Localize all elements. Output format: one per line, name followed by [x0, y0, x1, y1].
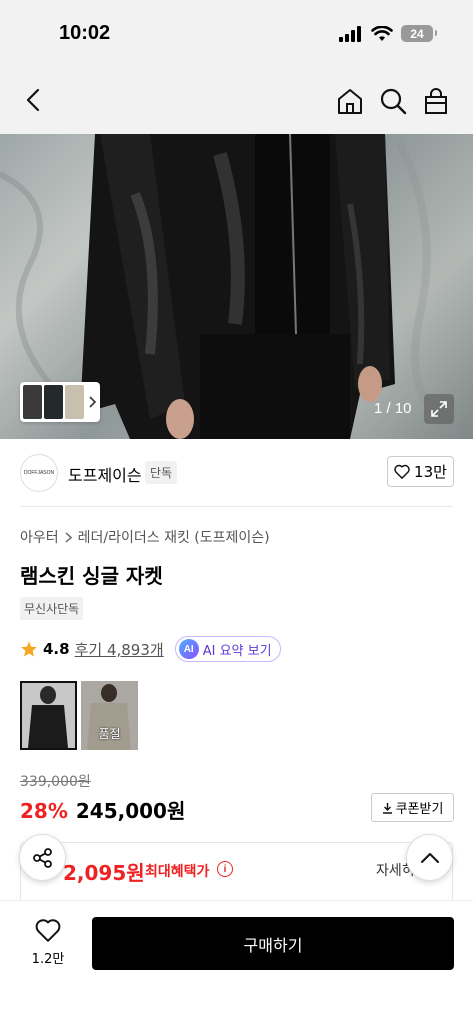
breadcrumb: 아우터 레더/라이더스 재킷 (도프제이슨) — [20, 527, 270, 547]
product-tag: 무신사단독 — [20, 597, 84, 620]
brand-logo[interactable]: DOFFJASON — [20, 454, 58, 492]
color-option-beige[interactable]: 품절 — [81, 681, 138, 750]
heart-icon — [35, 919, 61, 942]
scroll-to-top-button[interactable] — [406, 834, 453, 881]
home-icon[interactable] — [335, 86, 365, 116]
gallery-thumbnail-strip[interactable] — [20, 382, 100, 422]
brand-like-button[interactable]: 13만 — [387, 456, 454, 487]
exclusive-badge: 단독 — [145, 461, 178, 484]
sale-price: 245,000원 — [75, 799, 186, 823]
status-icons: 24 — [339, 25, 437, 42]
product-image-gallery[interactable]: 1 / 10 — [0, 134, 473, 439]
rating-score: 4.8 — [43, 640, 70, 658]
info-icon[interactable]: i — [217, 861, 233, 877]
original-price: 339,000원 — [20, 774, 91, 790]
soldout-label: 품절 — [98, 727, 121, 741]
coupon-button[interactable]: 쿠폰받기 — [371, 793, 454, 822]
rating-row: 4.8 후기 4,893개 AI AI 요약 보기 — [20, 636, 281, 662]
product-like-button[interactable]: 1.2만 — [27, 918, 69, 967]
product-like-count: 1.2만 — [31, 952, 65, 967]
coupon-label: 쿠폰받기 — [395, 802, 444, 817]
divider — [20, 506, 453, 507]
brand-name[interactable]: 도프제이슨 — [68, 462, 142, 486]
download-icon — [382, 802, 392, 814]
expand-icon[interactable] — [424, 394, 454, 424]
brand-row: DOFFJASON 도프제이슨 단독 13만 — [0, 439, 473, 507]
brand-like-count: 13만 — [414, 463, 447, 481]
bottom-purchase-bar: 1.2만 구매하기 — [0, 900, 473, 1024]
search-icon[interactable] — [378, 86, 408, 116]
product-title: 램스킨 싱글 자켓 — [20, 564, 163, 588]
ai-summary-button[interactable]: AI AI 요약 보기 — [174, 636, 281, 662]
benefit-label: 최대혜택가 — [145, 864, 210, 880]
chevron-right-icon — [65, 531, 72, 543]
buy-button[interactable]: 구매하기 — [92, 917, 454, 970]
star-icon — [21, 641, 37, 657]
heart-icon — [394, 464, 410, 479]
review-link[interactable]: 후기 4,893개 — [75, 639, 164, 660]
battery-icon: 24 — [401, 25, 437, 42]
color-option-thumbnail — [22, 683, 75, 748]
gallery-page-counter: 1 / 10 — [374, 400, 412, 417]
ai-icon: AI — [178, 639, 199, 659]
wifi-icon — [371, 25, 393, 41]
ai-summary-label: AI 요약 보기 — [202, 643, 272, 659]
color-option-black[interactable] — [20, 681, 77, 750]
share-icon — [32, 847, 52, 868]
gallery-thumbnail[interactable] — [23, 385, 43, 419]
signal-icon — [339, 25, 361, 42]
gallery-thumbnail[interactable] — [44, 385, 64, 419]
chevron-right-icon[interactable] — [86, 385, 97, 419]
breadcrumb-item-outer[interactable]: 아우터 — [20, 527, 59, 547]
benefit-amount: 2,095원 — [63, 861, 145, 885]
top-nav-bar — [0, 66, 473, 224]
status-time: 10:02 — [59, 22, 111, 44]
shopping-bag-icon[interactable] — [421, 86, 451, 116]
color-options: 품절 — [20, 681, 138, 750]
chevron-left-icon[interactable] — [20, 86, 48, 114]
price-row: 28% 245,000원 — [20, 795, 185, 824]
share-button[interactable] — [19, 834, 66, 881]
status-bar: 10:02 24 — [0, 0, 473, 66]
discount-rate: 28% — [20, 799, 68, 823]
gallery-thumbnail[interactable] — [65, 385, 85, 419]
chevron-up-icon — [420, 852, 439, 863]
breadcrumb-item-category[interactable]: 레더/라이더스 재킷 (도프제이슨) — [78, 527, 270, 547]
